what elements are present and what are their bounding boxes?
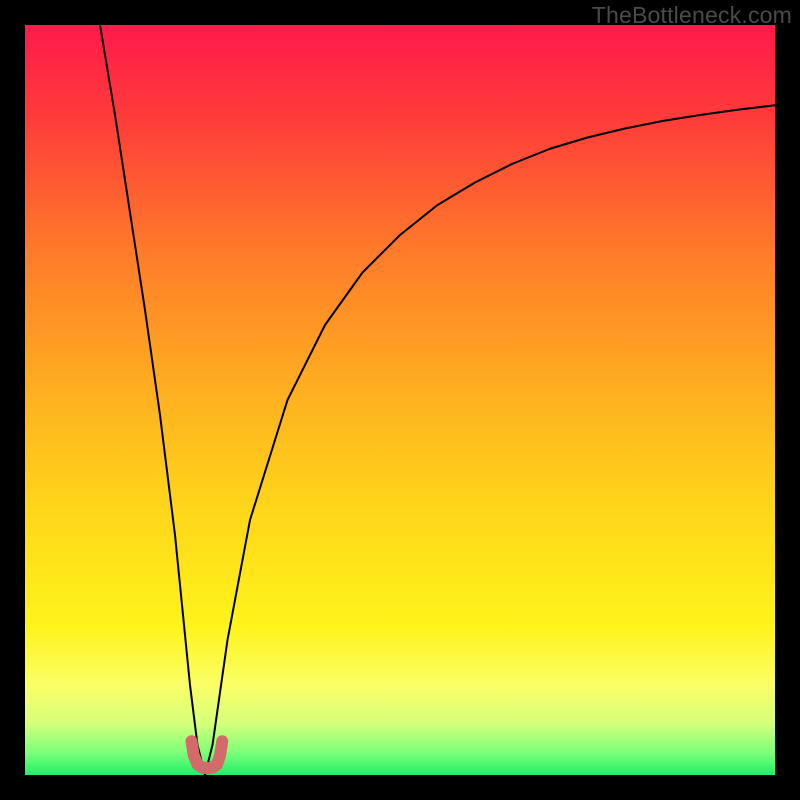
chart-svg — [25, 25, 775, 775]
outer-frame: TheBottleneck.com — [0, 0, 800, 800]
plot-area — [25, 25, 775, 775]
gradient-background — [25, 25, 775, 775]
